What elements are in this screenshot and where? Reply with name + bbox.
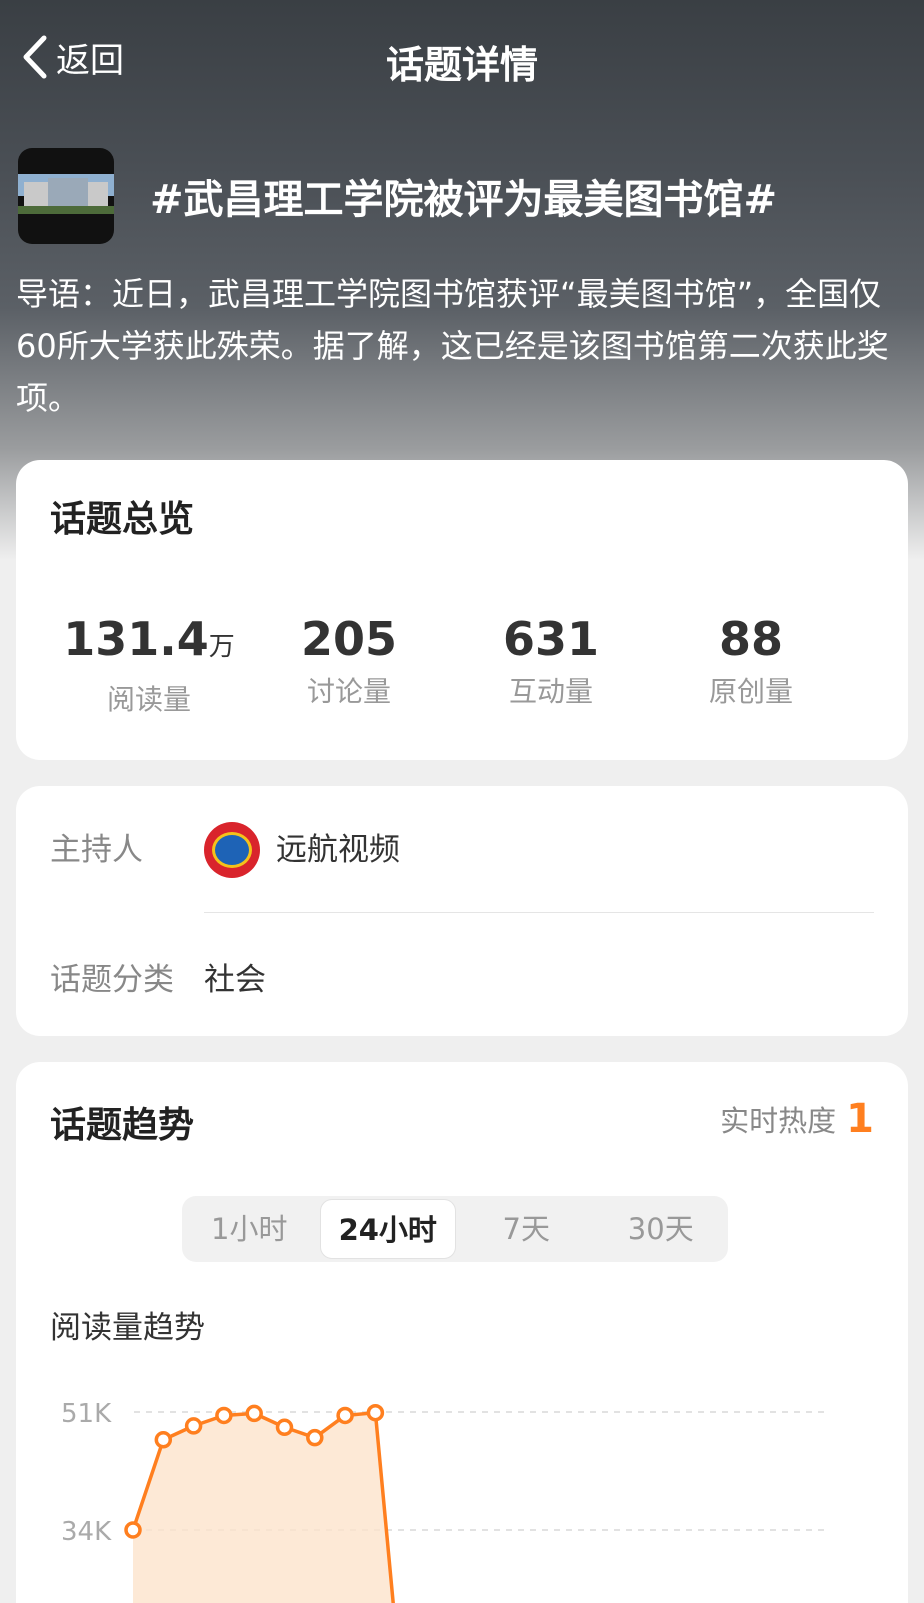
overview-title: 话题总览 (50, 499, 195, 540)
read-trend-title: 阅读量趋势 (50, 1310, 205, 1346)
stat-unit: 万 (208, 632, 235, 662)
stat-originals: 88 原创量 (646, 612, 856, 710)
data-point (154, 1431, 173, 1449)
topic-header: #武昌理工学院被评为最美图书馆# (18, 148, 906, 244)
stat-discussions: 205 讨论量 (244, 612, 454, 710)
host-label: 主持人 (50, 832, 143, 868)
realtime-heat: 实时热度 1 (720, 1096, 874, 1142)
data-point (124, 1521, 142, 1539)
stat-value: 88 (718, 612, 783, 666)
data-point (306, 1428, 324, 1447)
topic-intro: 导语：近日，武昌理工学院图书馆获评“最美图书馆”，全国仅60所大学获此殊荣。据了… (16, 275, 889, 417)
stat-label: 讨论量 (306, 675, 391, 708)
stat-value: 631 (502, 612, 600, 666)
data-point (215, 1406, 233, 1425)
stat-label: 原创量 (708, 675, 793, 708)
area-fill (133, 1412, 394, 1603)
heat-value: 1 (846, 1096, 874, 1142)
data-point (336, 1406, 354, 1425)
data-point (245, 1404, 263, 1423)
topic-title: #武昌理工学院被评为最美图书馆# (150, 177, 778, 223)
divider (204, 912, 874, 913)
category-value: 社会 (204, 962, 266, 998)
heat-label: 实时热度 (720, 1104, 837, 1138)
trend-title: 话题趋势 (50, 1105, 195, 1146)
stat-interactions: 631 互动量 (446, 612, 656, 710)
stat-value: 131.4 (63, 612, 209, 666)
tab-1-hour[interactable]: 1小时 (182, 1196, 317, 1262)
data-point (184, 1417, 203, 1435)
stat-value: 205 (300, 612, 398, 666)
tab-24-hours[interactable]: 24小时 (319, 1199, 456, 1259)
read-trend-chart: 51K 34K (61, 1399, 828, 1603)
nav-bar: 返回 话题详情 (0, 20, 924, 94)
host-name-link[interactable]: 远航视频 (276, 824, 400, 869)
avatar[interactable] (204, 822, 260, 878)
tab-30-days[interactable]: 30天 (594, 1196, 729, 1262)
category-label: 话题分类 (50, 962, 174, 998)
tab-7-days[interactable]: 7天 (459, 1196, 594, 1262)
y-tick-label: 51K (61, 1399, 112, 1429)
page-title: 话题详情 (385, 43, 538, 87)
data-point (366, 1403, 385, 1422)
info-card: 主持人 远航视频 话题分类 社会 (16, 786, 908, 1036)
stat-label: 阅读量 (106, 683, 191, 716)
time-range-tabs: 1小时 24小时 7天 30天 (182, 1196, 728, 1262)
stat-reads: 131.4万 阅读量 (44, 612, 254, 718)
data-point (275, 1418, 294, 1437)
y-tick-label: 34K (61, 1517, 112, 1547)
overview-card: 话题总览 131.4万 阅读量 205 讨论量 631 互动量 88 原创量 (16, 460, 908, 760)
topic-thumbnail[interactable] (18, 148, 114, 244)
stat-label: 互动量 (508, 675, 593, 708)
trend-card: 话题趋势 实时热度 1 1小时 24小时 7天 30天 阅读量趋势 51K 34K (16, 1062, 908, 1603)
